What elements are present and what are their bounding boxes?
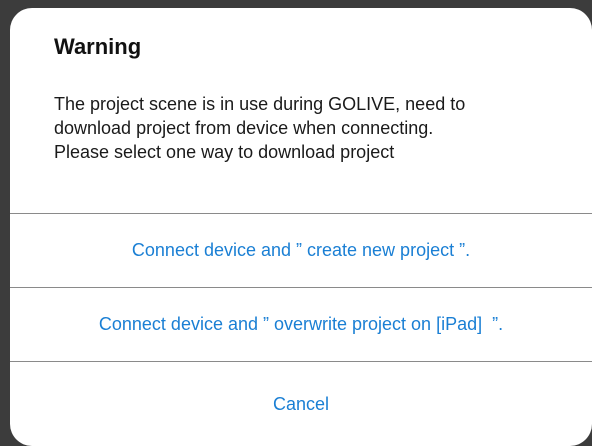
alert-message-line: download project from device when connec… [54,118,434,138]
alert-message-line: The project scene is in use during GOLIV… [54,94,466,114]
cancel-button[interactable]: Cancel [10,362,592,446]
create-new-project-button[interactable]: Connect device and ” create new project … [10,214,592,287]
alert-header: Warning The project scene is in use duri… [10,8,592,213]
alert-message-line: Please select one way to download projec… [54,142,395,162]
alert-message: The project scene is in use during GOLIV… [54,92,564,164]
overwrite-project-button[interactable]: Connect device and ” overwrite project o… [10,288,592,361]
alert-title: Warning [54,34,142,59]
warning-alert-dialog: Warning The project scene is in use duri… [10,8,592,446]
